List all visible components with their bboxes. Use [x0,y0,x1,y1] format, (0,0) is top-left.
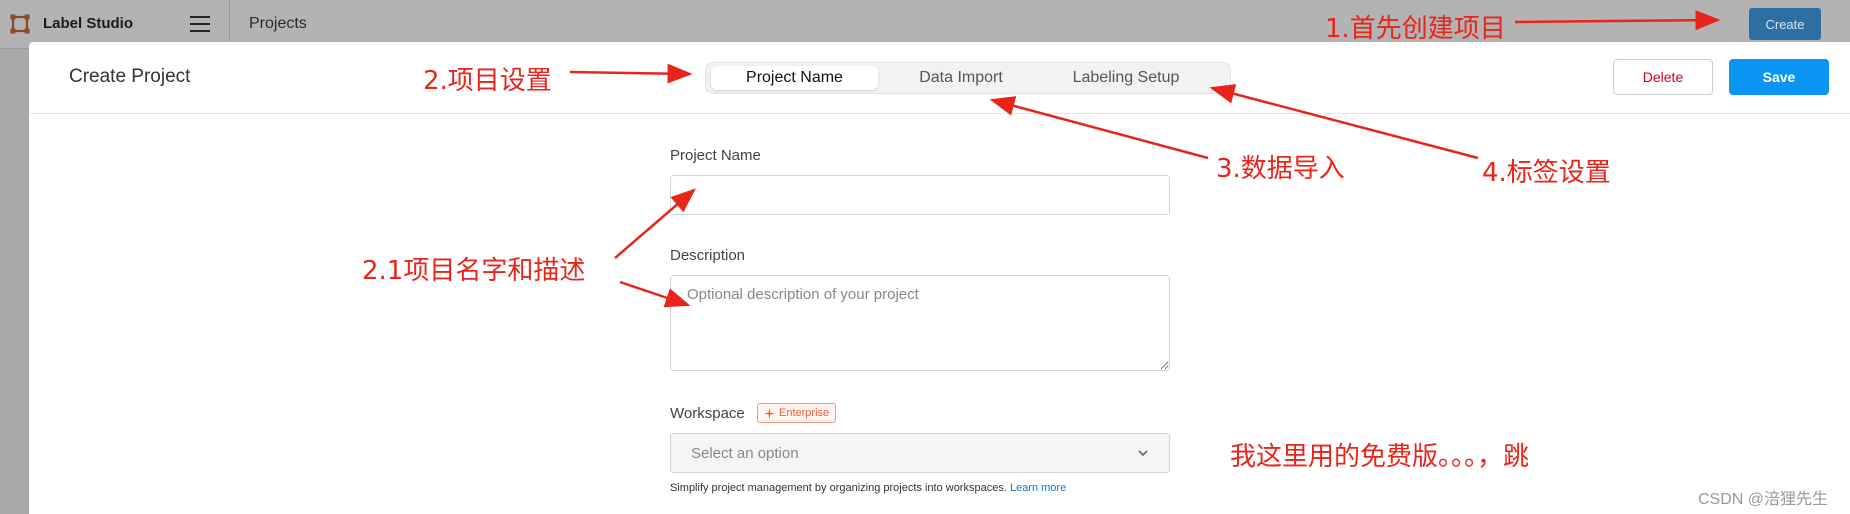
annotation-arrows [569,10,1721,308]
arrow-to-name-input [614,188,696,259]
watermark: CSDN @涪狸先生 [1698,491,1829,508]
arrow-to-description [619,280,691,308]
arrow-to-tabs [569,63,693,84]
arrow-to-labeling [1209,84,1479,160]
arrow-to-create [1514,10,1721,31]
arrow-to-data-import [989,96,1209,160]
